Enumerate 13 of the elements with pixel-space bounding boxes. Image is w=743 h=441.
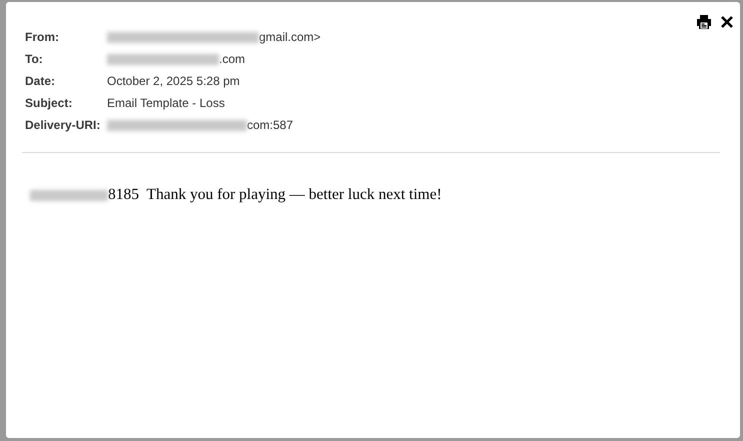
header-value: com:587 (247, 118, 294, 132)
header-value: gmail.com> (259, 30, 321, 44)
header-label: From: (25, 30, 60, 44)
header-label: Subject: (25, 96, 74, 110)
header-label: Delivery-URI: (25, 118, 102, 132)
header-value: Email Template - Loss (107, 96, 225, 110)
print-icon[interactable] (696, 14, 712, 30)
header-value: .com (219, 52, 246, 66)
message-text: 8185 Thank you for playing — better luck next time! (108, 186, 442, 204)
header-value: October 2, 2025 5:28 pm (107, 74, 240, 88)
close-icon[interactable] (720, 15, 734, 29)
header-label: Date: (25, 74, 56, 88)
header-label: To: (25, 52, 44, 66)
